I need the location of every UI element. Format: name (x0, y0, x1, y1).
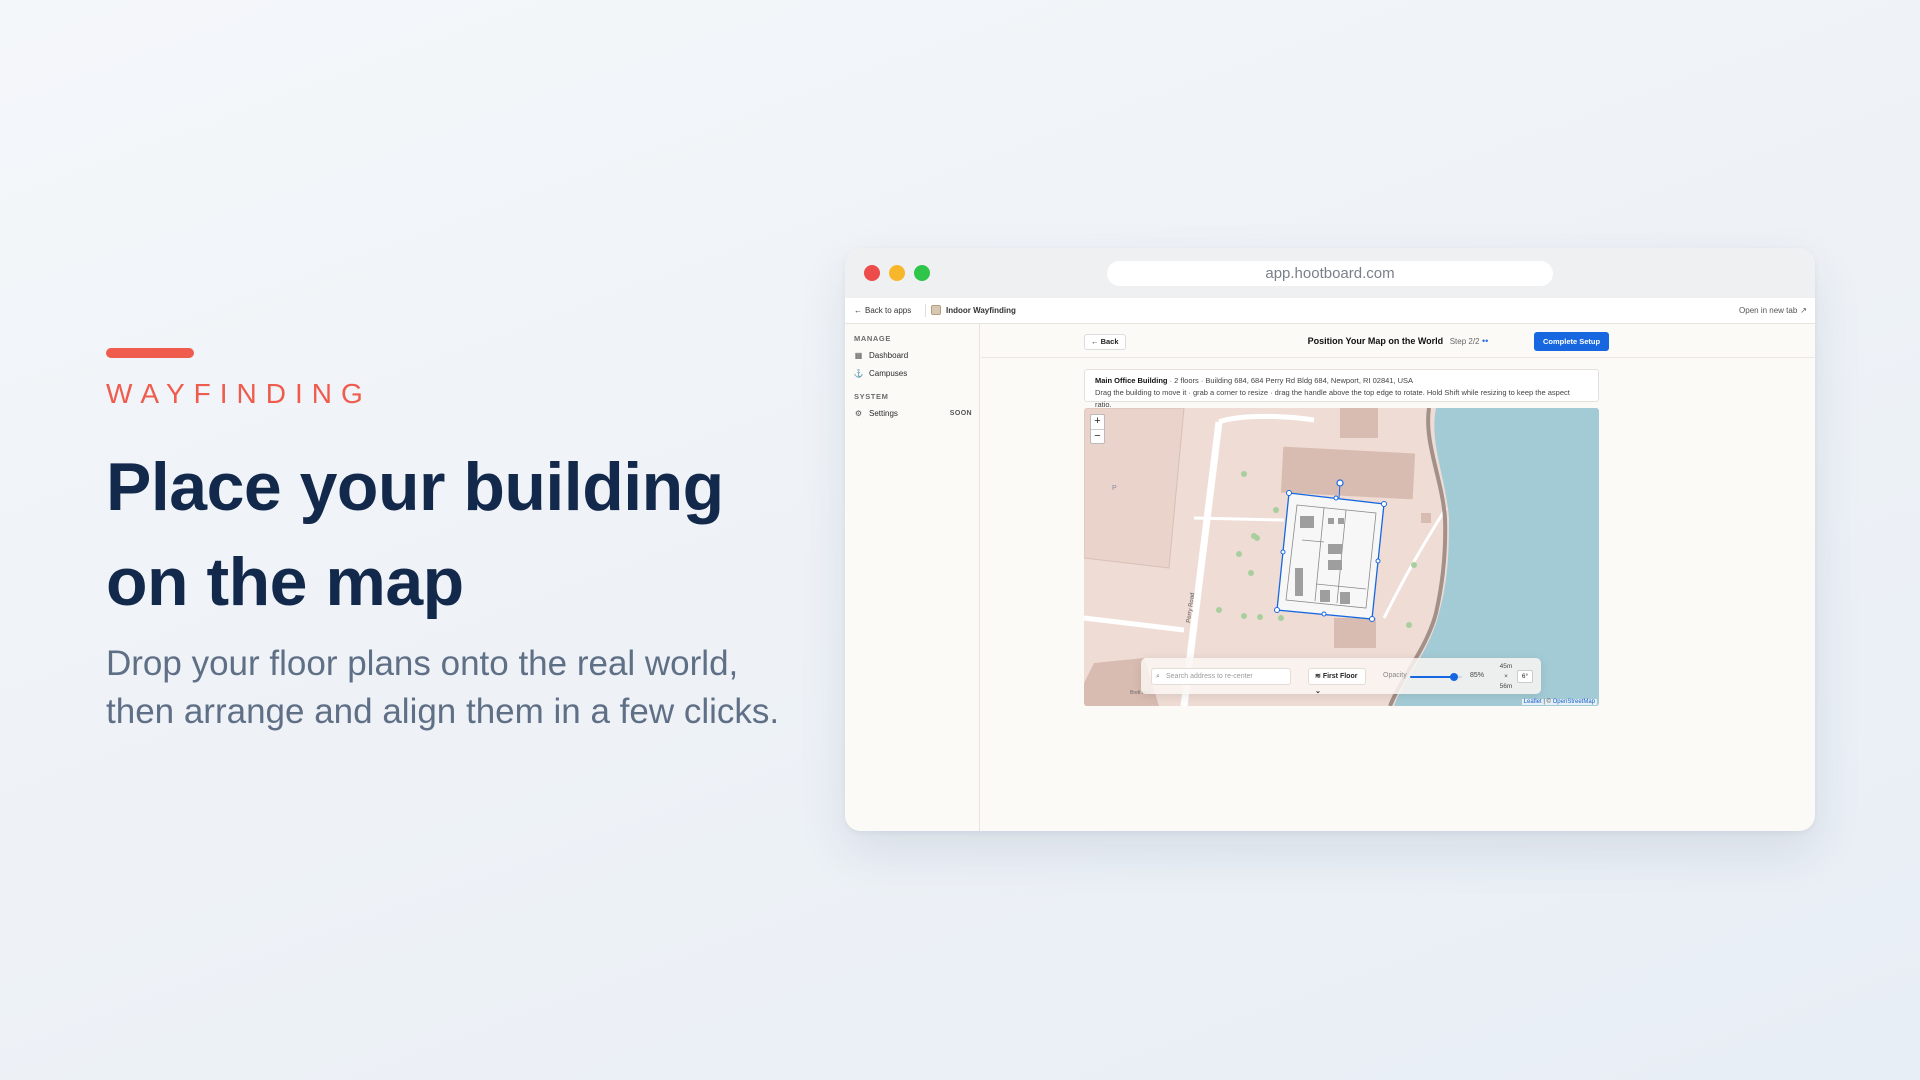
topbar-divider (925, 304, 926, 317)
back-to-apps-label: Back to apps (865, 306, 912, 315)
headline-line-2: on the map (106, 544, 464, 620)
map-building-small (1421, 513, 1431, 523)
subhead-line-1: Drop your floor plans onto the real worl… (106, 644, 739, 683)
sidebar: MANAGE ▦ Dashboard ⚓ Campuses SYSTEM ⚙ S… (845, 324, 980, 831)
complete-setup-button[interactable]: Complete Setup (1534, 332, 1610, 351)
map-attribution: Leaflet | © OpenStreetMap (1521, 699, 1597, 705)
opacity-slider-knob[interactable] (1450, 673, 1459, 681)
accent-bar (106, 348, 194, 358)
gear-icon: ⚙ (854, 409, 863, 418)
page-title: Position Your Map on the World Step 2/2 … (981, 336, 1815, 346)
campus-icon: ⚓ (853, 369, 864, 378)
sidebar-heading-manage: MANAGE (854, 334, 891, 343)
map-building-ne (1340, 408, 1378, 438)
close-window-button[interactable] (864, 265, 880, 281)
sidebar-item-label: Settings (869, 409, 898, 418)
url-bar[interactable]: app.hootboard.com (1107, 261, 1553, 286)
arrow-left-icon: ← (854, 306, 862, 315)
subhead-line-2: then arrange and align them in a few cli… (106, 692, 780, 731)
wayfinding-app-icon (931, 305, 941, 315)
dimensions-times: × (1504, 673, 1508, 680)
rotate-handle[interactable] (1336, 479, 1344, 487)
opacity-slider-fill (1410, 676, 1455, 678)
zoom-out-button[interactable]: − (1091, 429, 1104, 443)
height-value: 56m (1499, 683, 1513, 690)
opacity-label: Opacity (1383, 672, 1407, 679)
external-link-icon: ↗ (1800, 306, 1807, 315)
address-search-input[interactable]: ⌕ Search address to re-center (1151, 668, 1291, 685)
app-root: ← Back to apps Indoor Wayfinding Open in… (845, 298, 1815, 831)
building-name: Main Office Building (1095, 376, 1168, 385)
app-title: Indoor Wayfinding (931, 305, 1016, 315)
sidebar-item-dashboard[interactable]: ▦ Dashboard (854, 351, 972, 360)
sidebar-item-campuses[interactable]: ⚓ Campuses (854, 369, 972, 378)
road-path (1193, 516, 1285, 522)
floor-select[interactable]: ≋ First Floor ⌄ (1308, 668, 1366, 695)
subheadline: Drop your floor plans onto the real worl… (106, 640, 826, 736)
app-title-label: Indoor Wayfinding (946, 305, 1016, 315)
page-header: ← Back Position Your Map on the World St… (981, 324, 1815, 358)
main-content: ← Back Position Your Map on the World St… (981, 324, 1815, 831)
parking-label: P (1112, 485, 1117, 492)
leaflet-link[interactable]: Leaflet (1524, 699, 1542, 705)
map-toolbar: ⌕ Search address to re-center ≋ First Fl… (1141, 658, 1541, 695)
sidebar-item-settings[interactable]: ⚙ Settings SOON (854, 409, 972, 418)
opacity-slider[interactable] (1410, 673, 1462, 681)
search-placeholder: Search address to re-center (1166, 673, 1253, 680)
opacity-value: 85% (1470, 672, 1485, 679)
eyebrow-label: WAYFINDING (106, 378, 372, 409)
zoom-in-button[interactable]: + (1091, 415, 1104, 429)
zoom-control: + − (1090, 414, 1105, 444)
map-canvas[interactable]: P Perry Road Brett Hall + − ⌕ Search add… (1084, 408, 1599, 706)
dimensions-readout: 45m × 56m (1499, 662, 1513, 692)
map-building-south (1334, 618, 1376, 648)
floor-select-value: First Floor (1322, 673, 1358, 680)
chevron-down-icon: ⌄ (1315, 688, 1321, 695)
maximize-window-button[interactable] (914, 265, 930, 281)
map-building-north (1280, 446, 1416, 500)
browser-chrome: app.hootboard.com (845, 248, 1815, 298)
app-topbar: ← Back to apps Indoor Wayfinding Open in… (845, 298, 1815, 324)
back-to-apps-link[interactable]: ← Back to apps (854, 306, 911, 315)
headline: Place your building on the map (106, 440, 806, 630)
openstreetmap-link[interactable]: OpenStreetMap (1553, 699, 1595, 705)
page-title-text: Position Your Map on the World (1307, 336, 1444, 346)
browser-window: app.hootboard.com ← Back to apps Indoor … (845, 248, 1815, 831)
sidebar-item-label: Dashboard (869, 351, 909, 360)
step-dots: •• (1482, 336, 1489, 346)
rotation-input[interactable]: 6° (1517, 670, 1533, 683)
sidebar-item-label: Campuses (869, 369, 908, 378)
step-indicator: Step 2/2 (1449, 337, 1480, 346)
sidebar-heading-system: SYSTEM (854, 392, 889, 401)
search-icon: ⌕ (1156, 673, 1160, 680)
layers-icon: ≋ (1315, 673, 1321, 680)
attribution-separator: | © (1541, 699, 1553, 705)
open-in-new-tab-label: Open in new tab (1739, 306, 1798, 315)
building-info-box: Main Office Building · 2 floors · Buildi… (1084, 369, 1599, 409)
building-summary: Main Office Building · 2 floors · Buildi… (1095, 375, 1588, 387)
width-value: 45m (1499, 663, 1513, 670)
building-details: · 2 floors · Building 684, 684 Perry Rd … (1167, 376, 1414, 385)
grid-icon: ▦ (854, 351, 863, 360)
open-in-new-tab-link[interactable]: Open in new tab ↗ (1739, 306, 1807, 315)
soon-badge: SOON (949, 410, 972, 417)
headline-line-1: Place your building (106, 449, 724, 525)
minimize-window-button[interactable] (889, 265, 905, 281)
